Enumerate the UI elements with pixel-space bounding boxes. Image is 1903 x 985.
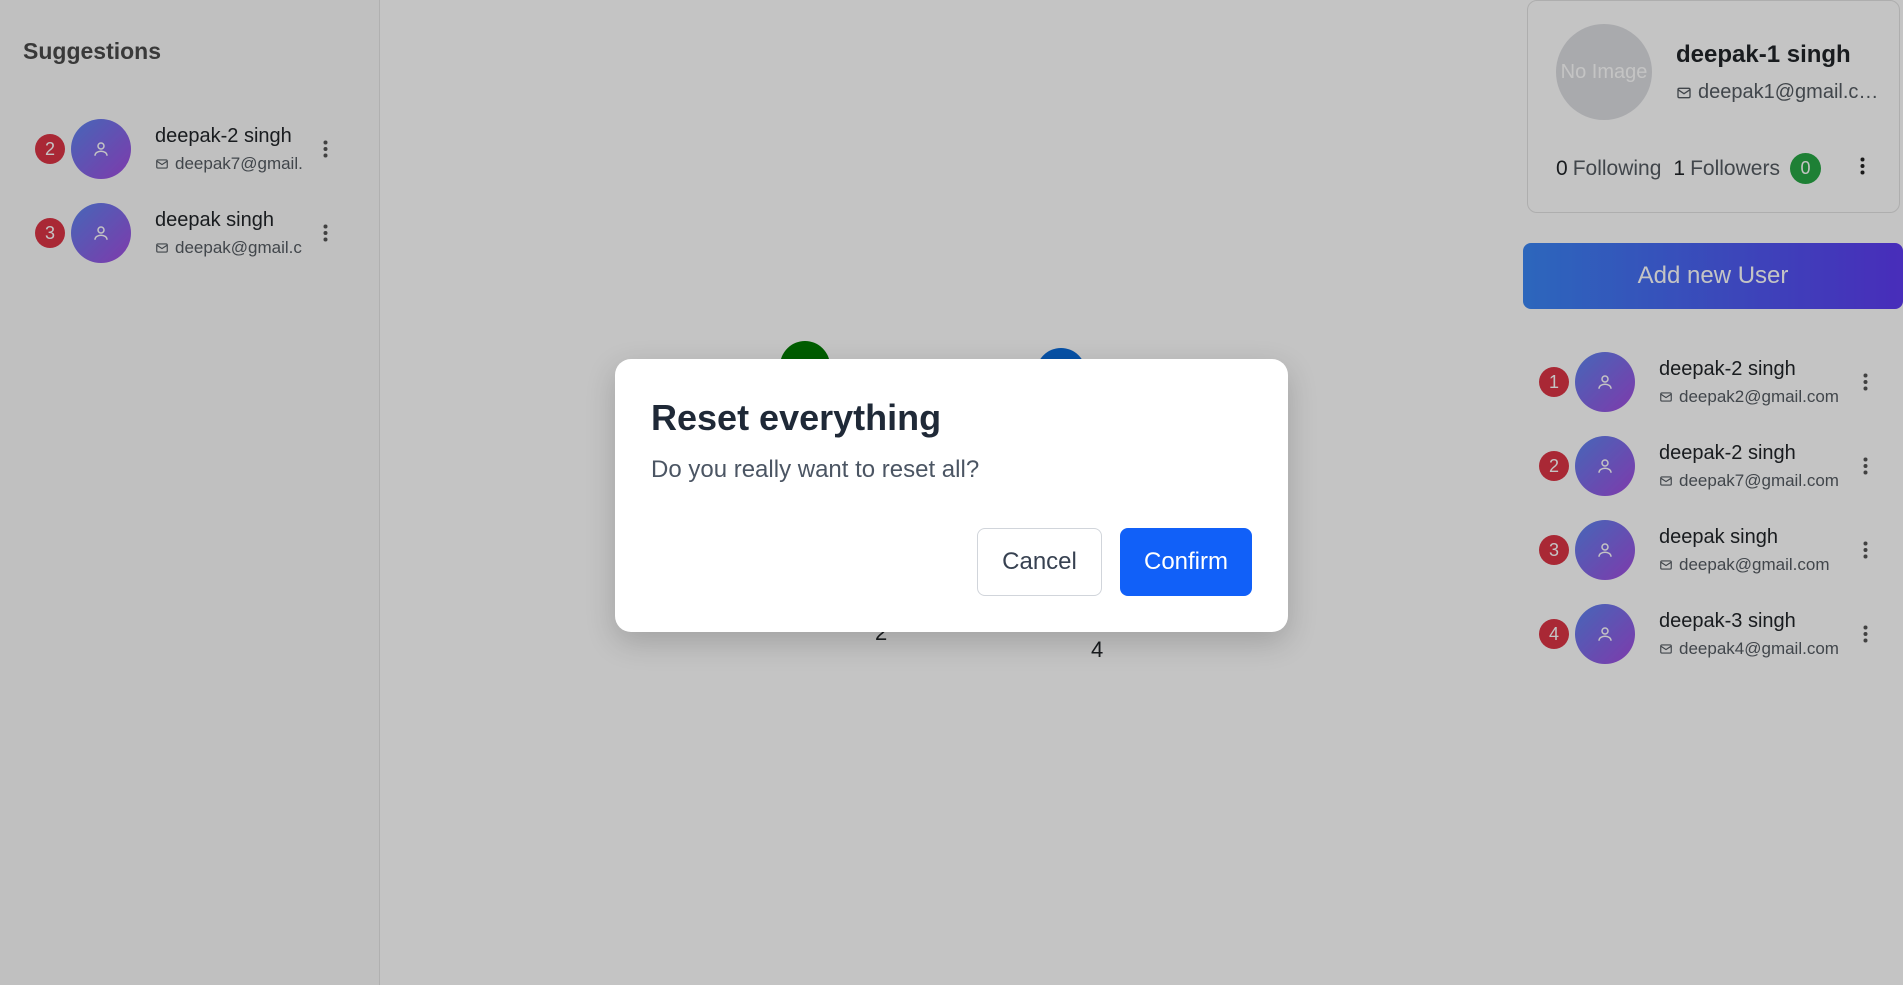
dialog-title: Reset everything (651, 397, 942, 438)
cancel-button[interactable]: Cancel (977, 528, 1102, 596)
dialog-message: Do you really want to reset all? (651, 456, 980, 483)
confirm-button[interactable]: Confirm (1120, 528, 1252, 596)
reset-confirm-dialog: Reset everything Do you really want to r… (615, 359, 1288, 632)
